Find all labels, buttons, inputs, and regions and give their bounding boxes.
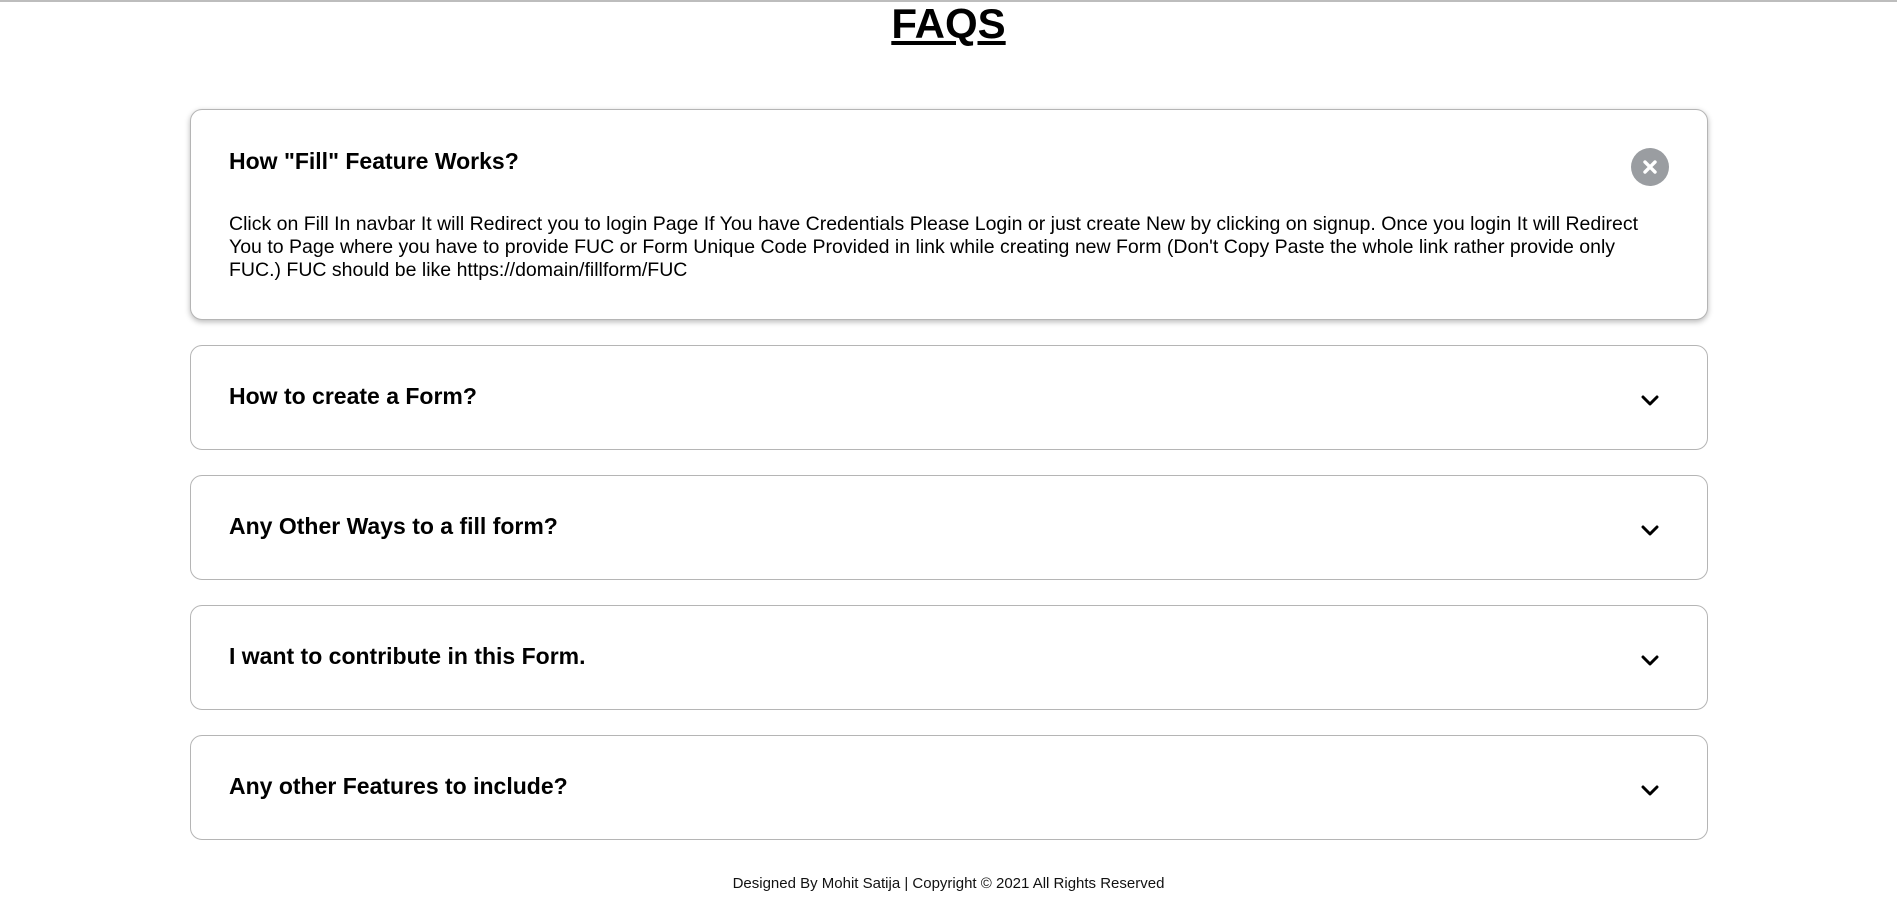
faq-answer: Click on Fill In navbar It will Redirect… bbox=[229, 213, 1639, 281]
chevron-down-icon bbox=[1641, 785, 1659, 796]
footer-copyright: Designed By Mohit Satija | Copyright © 2… bbox=[732, 875, 1165, 892]
faq-question[interactable]: How "Fill" Feature Works? bbox=[229, 147, 519, 175]
collapse-button[interactable] bbox=[1631, 148, 1669, 186]
faq-item-fill-feature[interactable]: How "Fill" Feature Works? Click on Fill … bbox=[190, 109, 1708, 320]
expand-button[interactable] bbox=[1631, 382, 1669, 420]
chevron-down-icon bbox=[1641, 525, 1659, 536]
expand-button[interactable] bbox=[1631, 642, 1669, 680]
expand-button[interactable] bbox=[1631, 772, 1669, 810]
expand-button[interactable] bbox=[1631, 512, 1669, 550]
faq-question[interactable]: Any Other Ways to a fill form? bbox=[229, 512, 558, 540]
faq-question[interactable]: I want to contribute in this Form. bbox=[229, 642, 586, 670]
faq-question[interactable]: How to create a Form? bbox=[229, 382, 477, 410]
faq-item-other-ways[interactable]: Any Other Ways to a fill form? bbox=[190, 475, 1708, 580]
faq-list: How "Fill" Feature Works? Click on Fill … bbox=[190, 109, 1708, 865]
faq-question[interactable]: Any other Features to include? bbox=[229, 772, 568, 800]
chevron-down-icon bbox=[1641, 395, 1659, 406]
close-icon bbox=[1643, 160, 1657, 174]
page-title: FAQS bbox=[891, 0, 1006, 47]
chevron-down-icon bbox=[1641, 655, 1659, 666]
faq-item-contribute[interactable]: I want to contribute in this Form. bbox=[190, 605, 1708, 710]
faq-item-create-form[interactable]: How to create a Form? bbox=[190, 345, 1708, 450]
faq-item-other-features[interactable]: Any other Features to include? bbox=[190, 735, 1708, 840]
